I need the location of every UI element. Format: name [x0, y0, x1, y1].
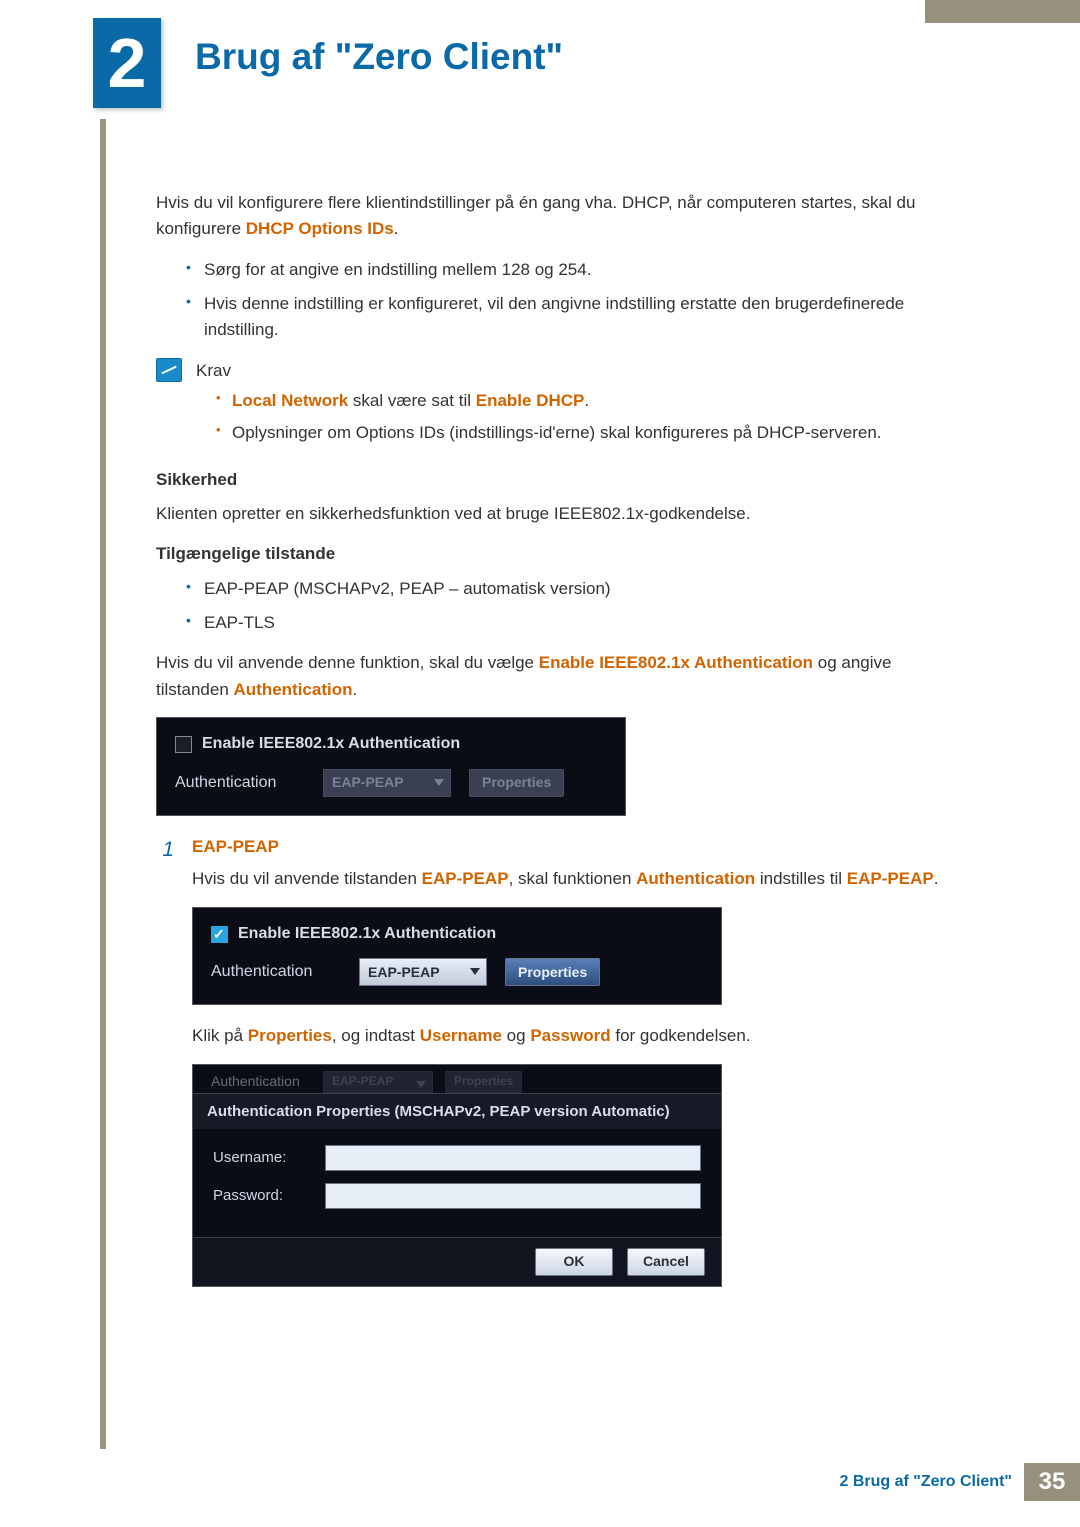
- hl: Username: [420, 1026, 502, 1045]
- list-item: Hvis denne indstilling er konfigureret, …: [186, 291, 956, 344]
- step-number: 1: [156, 834, 174, 1303]
- list-item: Sørg for at angive en indstilling mellem…: [186, 257, 956, 283]
- chevron-down-icon: [470, 968, 480, 975]
- enable-8021x-checkbox[interactable]: [211, 926, 228, 943]
- username-label: Username:: [213, 1146, 313, 1169]
- authentication-dropdown[interactable]: EAP-PEAP: [359, 958, 487, 986]
- hl: Enable IEEE802.1x Authentication: [539, 653, 813, 672]
- text: og: [502, 1026, 530, 1045]
- text: indstilles til: [755, 869, 847, 888]
- ghost-auth-label: Authentication: [211, 1071, 311, 1093]
- authentication-label: Authentication: [175, 771, 305, 796]
- left-rule: [100, 119, 106, 1449]
- step-line: Hvis du vil anvende tilstanden EAP-PEAP,…: [192, 866, 956, 892]
- modes-heading: Tilgængelige tilstande: [156, 541, 956, 567]
- enable-8021x-checkbox[interactable]: [175, 736, 192, 753]
- page-number: 35: [1024, 1463, 1080, 1501]
- intro-paragraph: Hvis du vil konfigurere flere klientinds…: [156, 190, 956, 243]
- text: Hvis du vil anvende tilstanden: [192, 869, 422, 888]
- authentication-label: Authentication: [211, 960, 341, 985]
- chapter-number-badge: 2: [93, 18, 161, 108]
- properties-line: Klik på Properties, og indtast Username …: [192, 1023, 956, 1049]
- list-item: EAP-PEAP (MSCHAPv2, PEAP – automatisk ve…: [186, 576, 956, 602]
- modes-list: EAP-PEAP (MSCHAPv2, PEAP – automatisk ve…: [186, 576, 956, 637]
- hl: Authentication: [234, 680, 353, 699]
- auth-properties-dialog: Authentication EAP-PEAP Properties Authe…: [192, 1064, 722, 1287]
- dropdown-value: EAP-PEAP: [332, 772, 404, 794]
- chevron-down-icon: [416, 1081, 426, 1088]
- password-field[interactable]: [325, 1183, 701, 1209]
- enable-8021x-label: Enable IEEE802.1x Authentication: [238, 922, 496, 947]
- step-1: 1 EAP-PEAP Hvis du vil anvende tilstande…: [156, 834, 956, 1303]
- ok-button[interactable]: OK: [535, 1248, 613, 1276]
- dialog-background-strip: Authentication EAP-PEAP Properties: [193, 1065, 721, 1093]
- hl: Enable DHCP: [476, 391, 585, 410]
- text: .: [584, 391, 589, 410]
- properties-button[interactable]: Properties: [469, 769, 564, 797]
- text: EAP-PEAP: [332, 1072, 393, 1091]
- list-item: Local Network skal være sat til Enable D…: [216, 388, 956, 414]
- content-area: Hvis du vil konfigurere flere klientinds…: [156, 190, 956, 1303]
- text: for godkendelsen.: [611, 1026, 751, 1045]
- footer-text: 2 Brug af "Zero Client": [839, 1473, 1012, 1491]
- list-item: EAP-TLS: [186, 610, 956, 636]
- hl: Password: [530, 1026, 610, 1045]
- sikkerhed-body: Klienten opretter en sikkerhedsfunktion …: [156, 501, 956, 527]
- note-heading: Krav: [196, 358, 956, 384]
- auth-panel-disabled: Enable IEEE802.1x Authentication Authent…: [156, 717, 626, 816]
- hl: EAP-PEAP: [847, 869, 934, 888]
- enable-8021x-label: Enable IEEE802.1x Authentication: [202, 732, 460, 757]
- dhcp-bullets: Sørg for at angive en indstilling mellem…: [186, 257, 956, 344]
- list-item: Oplysninger om Options IDs (indstillings…: [216, 420, 956, 446]
- text: , skal funktionen: [509, 869, 637, 888]
- text: , og indtast: [332, 1026, 420, 1045]
- hl: EAP-PEAP: [422, 869, 509, 888]
- page-footer: 2 Brug af "Zero Client" 35: [839, 1463, 1080, 1501]
- chevron-down-icon: [434, 779, 444, 786]
- text: Hvis du vil anvende denne funktion, skal…: [156, 653, 539, 672]
- properties-button[interactable]: Properties: [505, 958, 600, 986]
- ghost-dropdown: EAP-PEAP: [323, 1071, 433, 1093]
- ghost-button: Properties: [445, 1071, 522, 1093]
- username-field[interactable]: [325, 1145, 701, 1171]
- text: Klik på: [192, 1026, 248, 1045]
- authentication-dropdown[interactable]: EAP-PEAP: [323, 769, 451, 797]
- step-title: EAP-PEAP: [192, 834, 956, 860]
- note-icon: [156, 358, 182, 382]
- chapter-title: Brug af "Zero Client": [195, 36, 563, 78]
- auth-panel-enabled: Enable IEEE802.1x Authentication Authent…: [192, 907, 722, 1006]
- text: .: [934, 869, 939, 888]
- intro-highlight: DHCP Options IDs: [246, 219, 394, 238]
- intro-suffix: .: [394, 219, 399, 238]
- dialog-title: Authentication Properties (MSCHAPv2, PEA…: [193, 1093, 721, 1129]
- top-stripe: [925, 0, 1080, 23]
- text: .: [353, 680, 358, 699]
- cancel-button[interactable]: Cancel: [627, 1248, 705, 1276]
- hl: Authentication: [636, 869, 755, 888]
- hl: Local Network: [232, 391, 348, 410]
- note-block: Krav Local Network skal være sat til Ena…: [156, 358, 956, 453]
- text: skal være sat til: [348, 391, 476, 410]
- note-list: Local Network skal være sat til Enable D…: [216, 388, 956, 447]
- sikkerhed-heading: Sikkerhed: [156, 467, 956, 493]
- password-label: Password:: [213, 1184, 313, 1207]
- hl: Properties: [248, 1026, 332, 1045]
- dropdown-value: EAP-PEAP: [368, 962, 440, 984]
- enable-line: Hvis du vil anvende denne funktion, skal…: [156, 650, 956, 703]
